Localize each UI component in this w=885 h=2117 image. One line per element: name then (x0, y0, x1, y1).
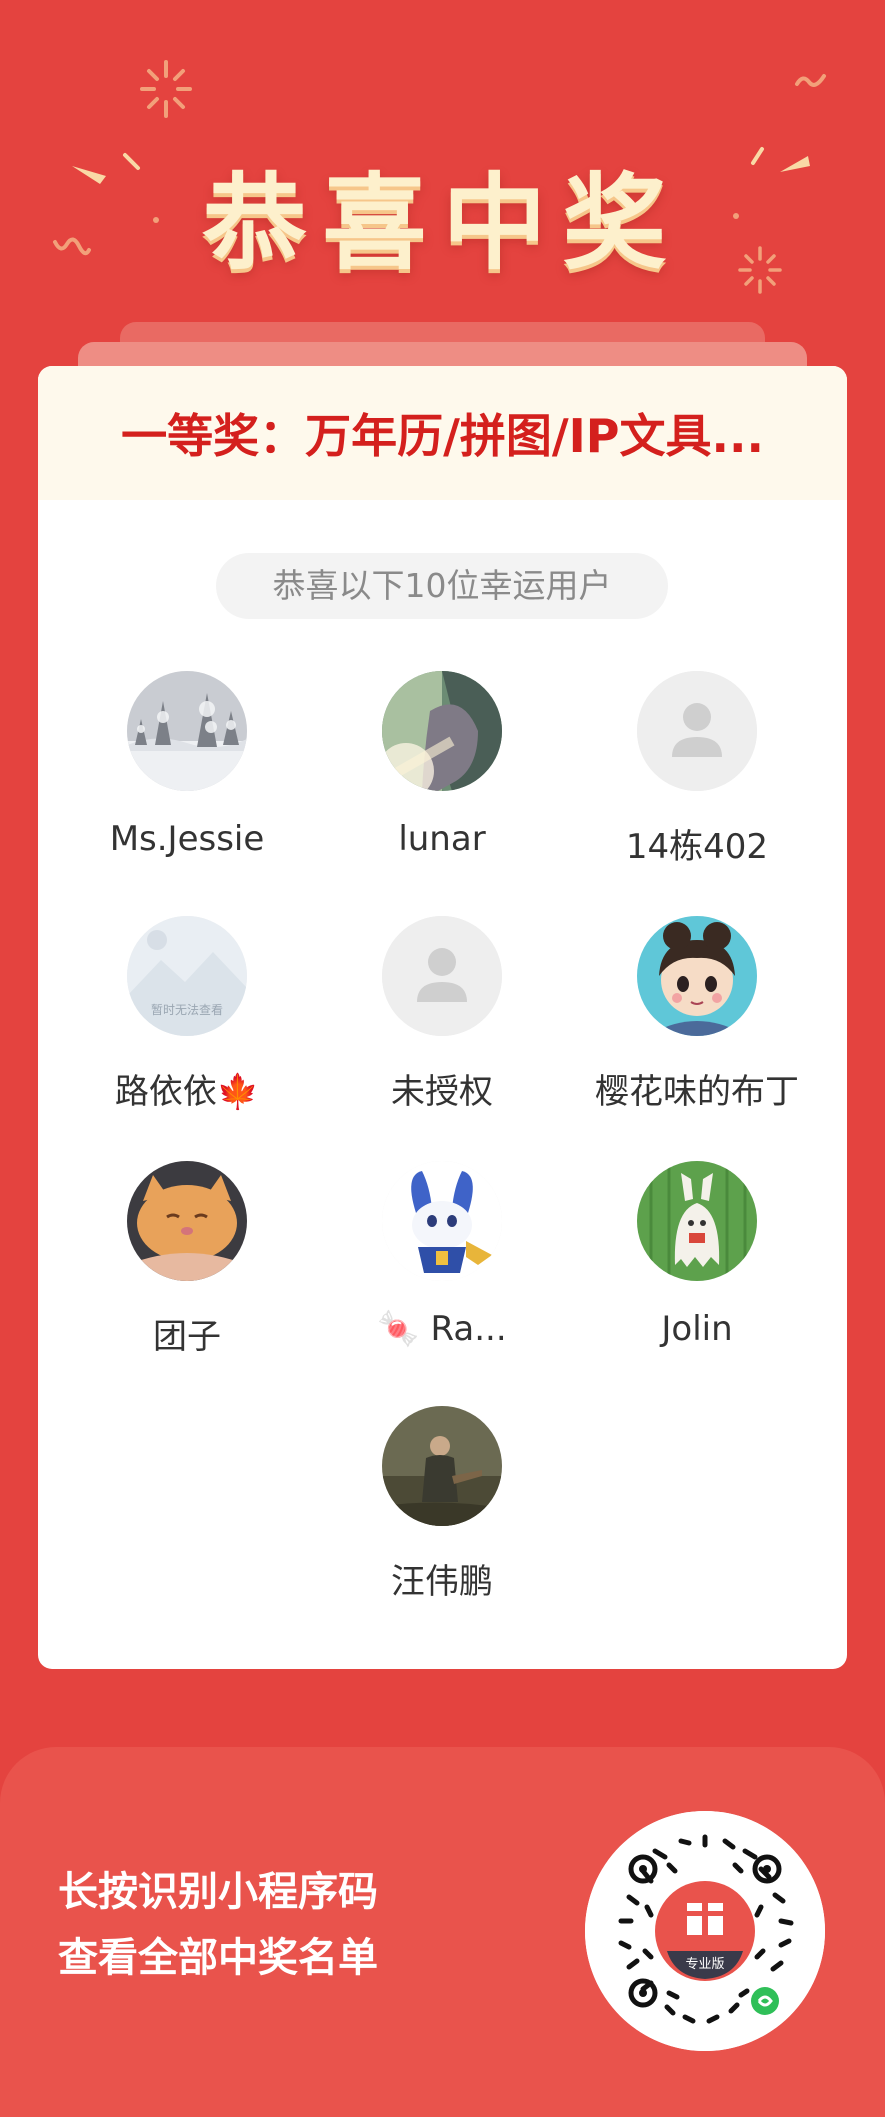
winner-item[interactable]: 团子 (60, 1161, 314, 1358)
winners-caption: 恭喜以下10位幸运用户 (216, 553, 668, 619)
page: 恭喜中奖 一等奖：万年历/拼图/IP文具... 恭喜以下10位幸运用户 Ms.J… (0, 0, 885, 2117)
footer-line-1: 长按识别小程序码 (58, 1869, 378, 1915)
winner-name: 未授权 (391, 1072, 493, 1112)
page-title: 恭喜中奖 (202, 162, 683, 284)
winner-item[interactable]: 未授权 (315, 916, 569, 1113)
qr-code-icon: 专业版 (585, 1811, 825, 2051)
sunlit-portrait-avatar (382, 671, 502, 791)
default-user-avatar (382, 916, 502, 1036)
winner-name: Jolin (661, 1309, 733, 1349)
winner-item[interactable]: lunar (315, 671, 569, 859)
prize-title: 一等奖：万年历/拼图/IP文具... (121, 409, 764, 463)
qr-badge-text: 专业版 (685, 1957, 724, 1972)
snowy-landscape-avatar (127, 671, 247, 791)
winner-item[interactable]: 樱花味的布丁 (570, 916, 824, 1113)
winner-item[interactable]: Jolin (570, 1161, 824, 1349)
orange-cat-avatar (127, 1161, 247, 1281)
footer-instructions: 长按识别小程序码 查看全部中奖名单 (58, 1859, 378, 1991)
default-user-avatar (637, 671, 757, 791)
winner-name: 14栋402 (625, 827, 769, 867)
winner-name: 樱花味的布丁 (595, 1072, 799, 1112)
painting-figure-avatar (382, 1406, 502, 1526)
footer-line-2: 查看全部中奖名单 (58, 1935, 378, 1981)
winner-name: lunar (398, 819, 486, 859)
blue-rabbit-avatar (382, 1161, 502, 1281)
winner-item[interactable]: Ms.Jessie (60, 671, 314, 859)
winner-item[interactable]: 🍬 Ra... (315, 1161, 569, 1349)
unavailable-image-avatar: 暂时无法查看 (127, 916, 247, 1036)
winners-card: 一等奖：万年历/拼图/IP文具... 恭喜以下10位幸运用户 Ms.Jessie… (38, 366, 847, 1669)
cartoon-girl-avatar (637, 916, 757, 1036)
winner-name: 路依依🍁 (114, 1072, 260, 1112)
prize-banner: 一等奖：万年历/拼图/IP文具... (38, 366, 847, 500)
confetti-squiggle-icon (795, 74, 826, 87)
winner-name: Ms.Jessie (109, 819, 265, 859)
svg-text:暂时无法查看: 暂时无法查看 (151, 1003, 223, 1017)
winner-item[interactable]: 汪伟鹏 (315, 1406, 569, 1603)
mini-program-code[interactable]: 专业版 (585, 1811, 825, 2051)
bunny-ghost-avatar (637, 1161, 757, 1281)
footer-panel: 长按识别小程序码 查看全部中奖名单 专业版 (0, 1747, 885, 2117)
winner-name: 🍬 Ra... (377, 1309, 507, 1349)
winner-name: 汪伟鹏 (391, 1562, 493, 1602)
winner-item[interactable]: 14栋402 (570, 671, 824, 868)
winner-item[interactable]: 暂时无法查看 路依依🍁 (60, 916, 314, 1113)
sparkle-icon (140, 60, 192, 118)
winner-name: 团子 (153, 1317, 221, 1357)
